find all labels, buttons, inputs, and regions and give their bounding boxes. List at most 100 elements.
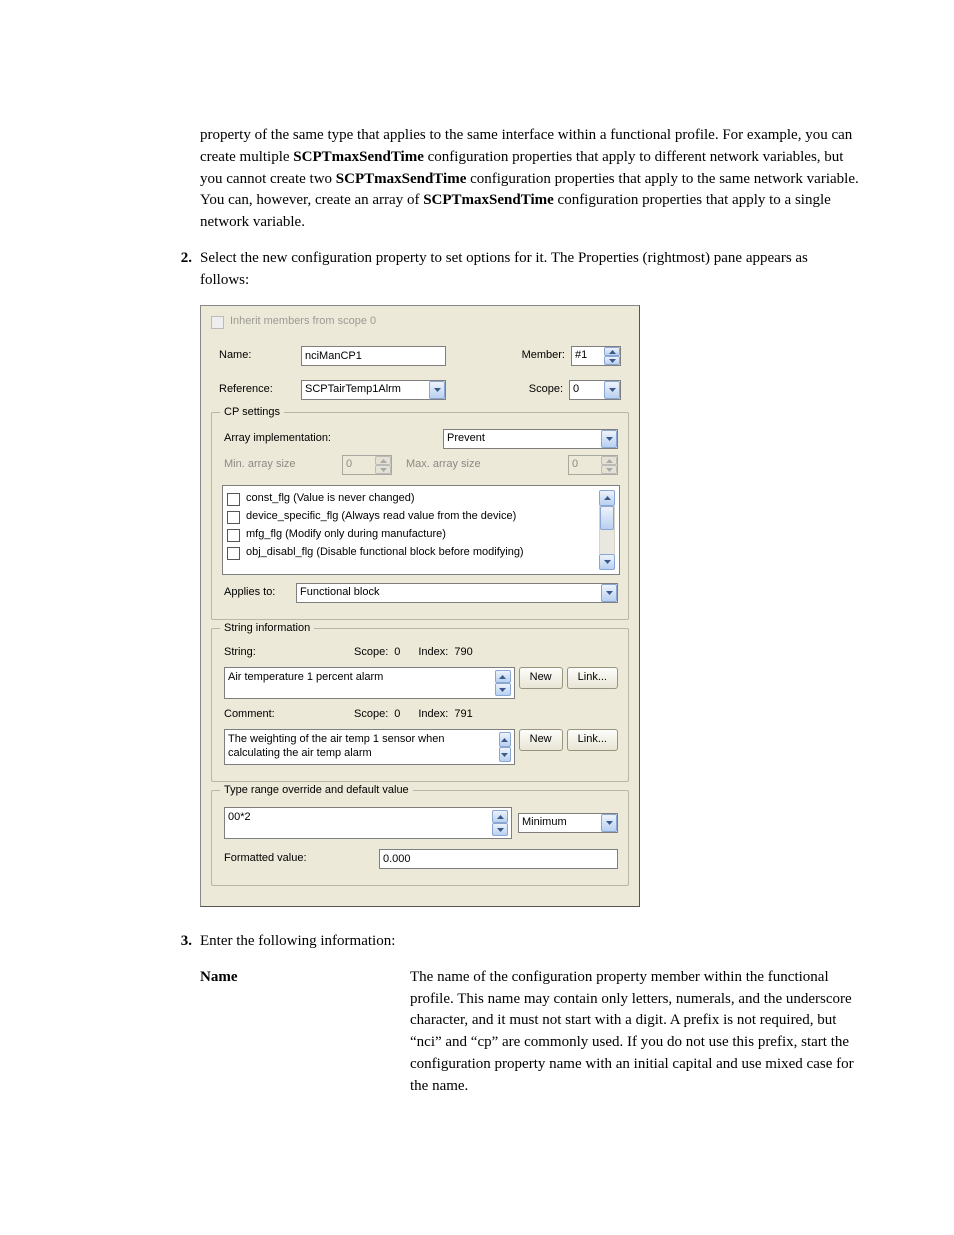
max-array-value bbox=[569, 456, 601, 474]
list-number: 2. bbox=[162, 248, 192, 270]
scroll-thumb[interactable] bbox=[600, 506, 614, 530]
spin-down-icon[interactable] bbox=[495, 683, 511, 696]
flags-list[interactable]: const_flg (Value is never changed) devic… bbox=[222, 485, 620, 575]
inherit-label: Inherit members from scope 0 bbox=[230, 314, 376, 330]
chevron-down-icon[interactable] bbox=[604, 381, 620, 399]
comment-scope-value: 0 bbox=[394, 707, 400, 723]
applies-to-value: Functional block bbox=[300, 585, 599, 601]
spin-down-icon bbox=[375, 465, 391, 474]
flag-label: obj_disabl_flg (Disable functional block… bbox=[246, 545, 524, 561]
flag-label: device_specific_flg (Always read value f… bbox=[246, 509, 516, 525]
step-text: Enter the following information: bbox=[200, 931, 859, 953]
link-button[interactable]: Link... bbox=[567, 729, 618, 751]
spin-up-icon[interactable] bbox=[604, 347, 620, 356]
string-text-field[interactable]: Air temperature 1 percent alarm bbox=[224, 667, 515, 699]
step-text: Select the new configuration property to… bbox=[200, 248, 859, 292]
formatted-value-label: Formatted value: bbox=[224, 851, 379, 867]
max-array-label: Max. array size bbox=[406, 457, 481, 473]
string-text-value: Air temperature 1 percent alarm bbox=[228, 670, 495, 698]
flag-label: const_flg (Value is never changed) bbox=[246, 491, 415, 507]
override-hex-field[interactable]: 00*2 bbox=[224, 807, 512, 839]
spin-down-icon[interactable] bbox=[604, 356, 620, 365]
checkbox[interactable] bbox=[227, 511, 240, 524]
comment-scope-label: Scope: bbox=[354, 707, 388, 723]
override-select[interactable]: Minimum bbox=[518, 813, 618, 833]
scope-value: 0 bbox=[573, 382, 602, 398]
list-number: 3. bbox=[162, 931, 192, 953]
applies-to-label: Applies to: bbox=[224, 585, 296, 601]
step-2: 2. Select the new configuration property… bbox=[162, 248, 859, 292]
scope-select[interactable]: 0 bbox=[569, 380, 621, 400]
comment-text-value: The weighting of the air temp 1 sensor w… bbox=[228, 732, 499, 762]
min-array-value bbox=[343, 456, 375, 474]
array-impl-label: Array implementation: bbox=[224, 431, 331, 447]
inherit-checkbox bbox=[211, 316, 224, 329]
string-info-legend: String information bbox=[220, 621, 314, 637]
spin-down-icon bbox=[601, 465, 617, 474]
array-impl-select[interactable]: Prevent bbox=[443, 429, 618, 449]
chevron-down-icon[interactable] bbox=[601, 584, 617, 602]
list-item[interactable]: const_flg (Value is never changed) bbox=[227, 490, 596, 508]
checkbox[interactable] bbox=[227, 547, 240, 560]
override-legend: Type range override and default value bbox=[220, 783, 413, 799]
chevron-down-icon[interactable] bbox=[601, 814, 617, 832]
name-field[interactable] bbox=[301, 346, 446, 366]
properties-pane: Inherit members from scope 0 Name: Membe… bbox=[200, 305, 640, 907]
chevron-down-icon[interactable] bbox=[601, 430, 617, 448]
spin-down-icon[interactable] bbox=[499, 747, 511, 762]
member-stepper[interactable] bbox=[571, 346, 621, 366]
string-scope-value: 0 bbox=[394, 645, 400, 661]
formatted-value-field[interactable] bbox=[379, 849, 618, 869]
applies-to-select[interactable]: Functional block bbox=[296, 583, 618, 603]
scrollbar[interactable] bbox=[599, 490, 615, 570]
string-index-value: 790 bbox=[454, 645, 472, 661]
override-select-value: Minimum bbox=[522, 815, 599, 831]
list-item[interactable]: device_specific_flg (Always read value f… bbox=[227, 508, 596, 526]
intro-paragraph: property of the same type that applies t… bbox=[200, 125, 859, 234]
new-button[interactable]: New bbox=[519, 667, 563, 689]
checkbox[interactable] bbox=[227, 529, 240, 542]
scroll-down-icon[interactable] bbox=[599, 554, 615, 570]
spin-up-icon[interactable] bbox=[492, 810, 508, 823]
max-array-stepper bbox=[568, 455, 618, 475]
member-value[interactable] bbox=[572, 347, 604, 365]
spin-up-icon[interactable] bbox=[499, 732, 511, 747]
list-item[interactable]: mfg_flg (Modify only during manufacture) bbox=[227, 526, 596, 544]
spin-down-icon[interactable] bbox=[492, 823, 508, 836]
reference-value: SCPTairTemp1Alrm bbox=[305, 382, 427, 398]
member-label: Member: bbox=[522, 348, 565, 364]
scope-label: Scope: bbox=[529, 382, 563, 398]
spin-up-icon[interactable] bbox=[495, 670, 511, 683]
override-group: Type range override and default value 00… bbox=[211, 790, 629, 886]
name-label: Name: bbox=[219, 348, 301, 364]
flag-label: mfg_flg (Modify only during manufacture) bbox=[246, 527, 446, 543]
checkbox[interactable] bbox=[227, 493, 240, 506]
override-hex-value: 00*2 bbox=[228, 810, 492, 838]
bold-text: SCPTmaxSendTime bbox=[336, 171, 467, 187]
comment-label: Comment: bbox=[224, 707, 354, 723]
list-item[interactable]: obj_disabl_flg (Disable functional block… bbox=[227, 544, 596, 562]
spin-up-icon bbox=[601, 456, 617, 465]
array-impl-value: Prevent bbox=[447, 431, 599, 447]
string-index-label: Index: bbox=[418, 645, 448, 661]
comment-text-field[interactable]: The weighting of the air temp 1 sensor w… bbox=[224, 729, 515, 765]
comment-index-value: 791 bbox=[454, 707, 472, 723]
string-info-group: String information String: Scope: 0 Inde… bbox=[211, 628, 629, 782]
scroll-up-icon[interactable] bbox=[599, 490, 615, 506]
chevron-down-icon[interactable] bbox=[429, 381, 445, 399]
link-button[interactable]: Link... bbox=[567, 667, 618, 689]
scroll-track[interactable] bbox=[599, 506, 615, 554]
reference-select[interactable]: SCPTairTemp1Alrm bbox=[301, 380, 446, 400]
cp-settings-legend: CP settings bbox=[220, 405, 284, 421]
reference-label: Reference: bbox=[219, 382, 301, 398]
bold-text: SCPTmaxSendTime bbox=[423, 192, 554, 208]
step-3: 3. Enter the following information: bbox=[162, 931, 859, 953]
new-button[interactable]: New bbox=[519, 729, 563, 751]
comment-index-label: Index: bbox=[418, 707, 448, 723]
cp-settings-group: CP settings Array implementation: Preven… bbox=[211, 412, 629, 620]
spin-up-icon bbox=[375, 456, 391, 465]
string-scope-label: Scope: bbox=[354, 645, 388, 661]
bold-text: SCPTmaxSendTime bbox=[293, 149, 424, 165]
definition-body: The name of the configuration property m… bbox=[410, 967, 859, 1098]
definition-term: Name bbox=[200, 967, 410, 1098]
